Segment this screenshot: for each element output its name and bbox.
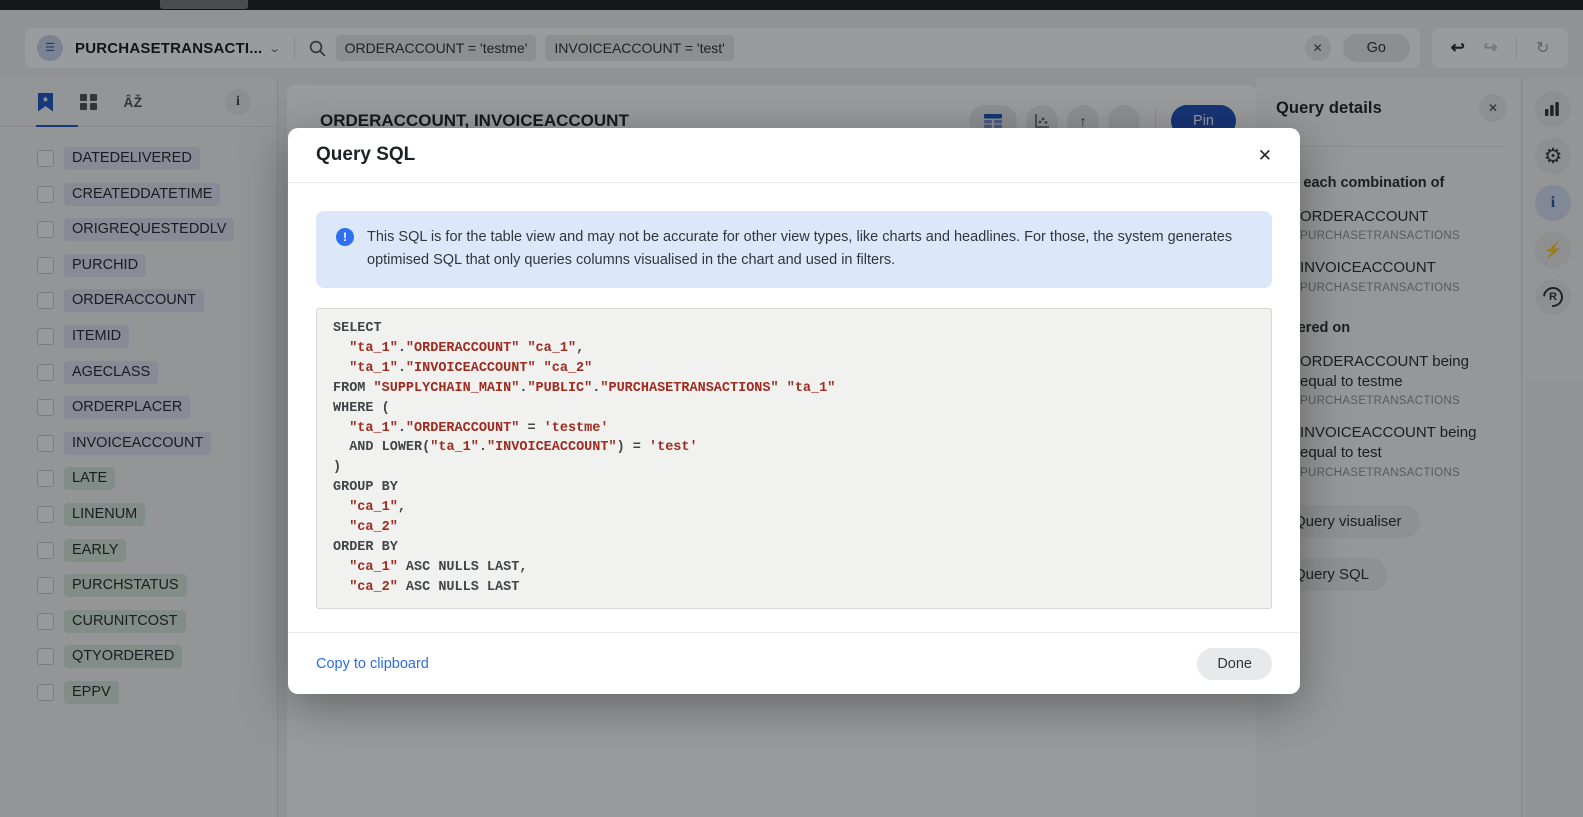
sql-line: "ta_1"."ORDERACCOUNT" = 'testme': [333, 419, 1255, 439]
modal-body: ! This SQL is for the table view and may…: [288, 183, 1300, 632]
sql-line: GROUP BY: [333, 478, 1255, 498]
sql-code-block: SELECT "ta_1"."ORDERACCOUNT" "ca_1", "ta…: [316, 308, 1272, 609]
sql-line: AND LOWER("ta_1"."INVOICEACCOUNT") = 'te…: [333, 438, 1255, 458]
modal-close-icon[interactable]: ✕: [1258, 147, 1272, 164]
done-button[interactable]: Done: [1197, 648, 1272, 680]
query-sql-modal: Query SQL ✕ ! This SQL is for the table …: [288, 128, 1300, 694]
sql-line: WHERE (: [333, 399, 1255, 419]
info-banner: ! This SQL is for the table view and may…: [316, 211, 1272, 288]
sql-line: SELECT: [333, 319, 1255, 339]
sql-line: ): [333, 458, 1255, 478]
sql-line: FROM "SUPPLYCHAIN_MAIN"."PUBLIC"."PURCHA…: [333, 379, 1255, 399]
modal-title: Query SQL: [316, 144, 1258, 166]
sql-line: ORDER BY: [333, 538, 1255, 558]
modal-footer: Copy to clipboard Done: [288, 632, 1300, 694]
modal-header: Query SQL ✕: [288, 128, 1300, 183]
sql-line: "ca_2": [333, 518, 1255, 538]
sql-line: "ca_1" ASC NULLS LAST,: [333, 558, 1255, 578]
copy-to-clipboard-link[interactable]: Copy to clipboard: [316, 656, 1197, 672]
info-banner-icon: !: [336, 228, 354, 246]
sql-line: "ta_1"."INVOICEACCOUNT" "ca_2": [333, 359, 1255, 379]
info-banner-text: This SQL is for the table view and may n…: [367, 226, 1252, 273]
sql-line: "ca_2" ASC NULLS LAST: [333, 578, 1255, 598]
sql-line: "ta_1"."ORDERACCOUNT" "ca_1",: [333, 339, 1255, 359]
sql-line: "ca_1",: [333, 498, 1255, 518]
